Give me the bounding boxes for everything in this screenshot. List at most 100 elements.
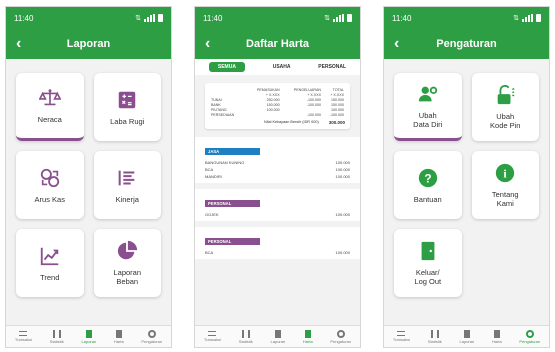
nav-pengaturan[interactable]: Pengaturan bbox=[330, 329, 351, 344]
card-laporan-beban[interactable]: Laporan Beban bbox=[93, 229, 161, 297]
card-bantuan[interactable]: ? Bantuan bbox=[394, 151, 462, 219]
summary-card: PEMASUKAN PENGELUARAN TOTAL + X.XXX + X.… bbox=[205, 83, 350, 129]
network-icon: ⇅ bbox=[513, 15, 519, 22]
app-bar: ‹ Pengaturan bbox=[384, 29, 549, 59]
card-ubah-kode-pin[interactable]: Ubah Kode Pin bbox=[471, 73, 539, 141]
nav-laporan[interactable]: Laporan bbox=[82, 329, 96, 344]
trend-chart-icon bbox=[40, 247, 58, 265]
summary-table: PEMASUKAN PENGELUARAN TOTAL + X.XXX + X.… bbox=[211, 87, 344, 117]
section-tag: PERSONAL bbox=[205, 200, 260, 207]
section-tag: JASA bbox=[205, 148, 260, 155]
nav-harta[interactable]: Harta bbox=[303, 329, 313, 344]
tab-semua[interactable]: SEMUA bbox=[208, 62, 245, 72]
card-kinerja[interactable]: Kinerja bbox=[93, 151, 161, 219]
bottom-nav: Transaksi Statistik Laporan Harta Pengat… bbox=[6, 325, 171, 347]
net-worth-total: Nilai Kekayaan Bersih (IDR 000) 300.000 bbox=[210, 120, 345, 125]
battery-icon bbox=[158, 14, 163, 22]
report-grid: Neraca Laba Rugi Arus Kas Kinerja Trend bbox=[6, 59, 171, 325]
table-row: PERSEDIAAN -100.000 -100.000 bbox=[211, 112, 344, 117]
card-neraca[interactable]: Neraca bbox=[16, 73, 84, 141]
gear-icon bbox=[147, 329, 156, 338]
phone-pengaturan: 11:40 ⇅ ‹ Pengaturan Ubah Data Diri Ubah… bbox=[383, 6, 550, 348]
signal-icon bbox=[522, 14, 533, 22]
list-item: MANDIRI 100.000 bbox=[205, 174, 350, 179]
list-icon bbox=[118, 170, 135, 185]
list-icon bbox=[397, 331, 406, 336]
battery-icon bbox=[347, 14, 352, 22]
back-icon[interactable]: ‹ bbox=[205, 34, 210, 54]
status-bar: 11:40 ⇅ bbox=[384, 7, 549, 29]
back-icon[interactable]: ‹ bbox=[16, 34, 21, 54]
page-title: Laporan bbox=[66, 38, 111, 50]
battery-icon bbox=[536, 14, 541, 22]
status-time: 11:40 bbox=[392, 13, 412, 23]
nav-statistik[interactable]: Statistik bbox=[239, 329, 253, 344]
nav-laporan[interactable]: Laporan bbox=[271, 329, 285, 344]
bar-chart-icon bbox=[241, 329, 250, 338]
app-bar: ‹ Daftar Harta bbox=[195, 29, 360, 59]
nav-statistik[interactable]: Statistik bbox=[428, 329, 442, 344]
net-worth-value: 300.000 bbox=[328, 120, 345, 125]
list-icon bbox=[208, 331, 217, 336]
status-time: 11:40 bbox=[14, 13, 34, 23]
status-time: 11:40 bbox=[203, 13, 223, 23]
status-bar: 11:40 ⇅ bbox=[195, 7, 360, 29]
card-trend[interactable]: Trend bbox=[16, 229, 84, 297]
user-settings-icon bbox=[418, 86, 437, 101]
building-icon bbox=[115, 329, 122, 338]
screens: 11:40 ⇅ ‹ Laporan Neraca Laba Rugi Arus … bbox=[0, 0, 555, 352]
net-worth-label: Nilai Kekayaan Bersih (IDR 000) bbox=[264, 120, 319, 124]
nav-pengaturan[interactable]: Pengaturan bbox=[141, 329, 162, 344]
phone-daftar-harta: 11:40 ⇅ ‹ Daftar Harta SEMUA USAHA PERSO… bbox=[194, 6, 361, 348]
bar-chart-icon bbox=[52, 329, 61, 338]
card-label: Kinerja bbox=[115, 194, 139, 204]
gear-icon bbox=[525, 329, 534, 338]
card-logout[interactable]: Keluar/ Log Out bbox=[394, 229, 462, 297]
bottom-nav: Transaksi Statistik Laporan Harta Pengat… bbox=[384, 325, 549, 347]
nav-laporan[interactable]: Laporan bbox=[460, 329, 474, 344]
calculator-icon bbox=[119, 91, 136, 108]
tab-usaha[interactable]: USAHA bbox=[273, 64, 291, 70]
network-icon: ⇅ bbox=[324, 15, 330, 22]
harta-tabs: SEMUA USAHA PERSONAL bbox=[195, 59, 360, 75]
nav-harta[interactable]: Harta bbox=[492, 329, 502, 344]
card-laba-rugi[interactable]: Laba Rugi bbox=[93, 73, 161, 141]
settings-grid: Ubah Data Diri Ubah Kode Pin ? Bantuan i… bbox=[384, 59, 549, 325]
signal-icon bbox=[333, 14, 344, 22]
gear-icon bbox=[336, 329, 345, 338]
lock-icon bbox=[497, 84, 515, 105]
list-item: BCA 100.000 bbox=[205, 167, 350, 172]
asset-section-jasa[interactable]: JASA BANGUNAN KUNING 100.000 BCA 100.000 M… bbox=[195, 137, 360, 183]
asset-section-personal[interactable]: PERSONAL GOJEK 100.000 bbox=[195, 189, 360, 221]
asset-section-personal[interactable]: PERSONAL BCA 100.000 bbox=[195, 227, 360, 259]
list-icon bbox=[19, 331, 28, 336]
list-item: BANGUNAN KUNING 100.000 bbox=[205, 160, 350, 165]
document-icon bbox=[463, 329, 470, 338]
nav-transaksi[interactable]: Transaksi bbox=[15, 331, 32, 342]
card-label: Keluar/ Log Out bbox=[414, 268, 442, 286]
pie-chart-icon bbox=[118, 240, 138, 260]
nav-transaksi[interactable]: Transaksi bbox=[204, 331, 221, 342]
tab-personal[interactable]: PERSONAL bbox=[318, 64, 346, 70]
card-label: Trend bbox=[40, 272, 60, 282]
signal-icon bbox=[144, 14, 155, 22]
card-ubah-data-diri[interactable]: Ubah Data Diri bbox=[394, 73, 462, 141]
card-tentang-kami[interactable]: i Tentang Kami bbox=[471, 151, 539, 219]
card-label: Neraca bbox=[37, 115, 62, 124]
card-label: Tentang Kami bbox=[491, 190, 519, 208]
nav-transaksi[interactable]: Transaksi bbox=[393, 331, 410, 342]
section-tag: PERSONAL bbox=[205, 238, 260, 245]
phone-laporan: 11:40 ⇅ ‹ Laporan Neraca Laba Rugi Arus … bbox=[5, 6, 172, 348]
card-arus-kas[interactable]: Arus Kas bbox=[16, 151, 84, 219]
harta-content: SEMUA USAHA PERSONAL PEMASUKAN PENGELUAR… bbox=[195, 59, 360, 325]
info-icon: i bbox=[496, 163, 515, 183]
svg-text:?: ? bbox=[424, 171, 431, 185]
scale-icon bbox=[38, 89, 61, 106]
back-icon[interactable]: ‹ bbox=[394, 34, 399, 54]
logout-icon bbox=[421, 241, 435, 261]
nav-pengaturan[interactable]: Pengaturan bbox=[519, 329, 540, 344]
nav-harta[interactable]: Harta bbox=[114, 329, 124, 344]
card-label: Bantuan bbox=[413, 194, 442, 204]
nav-statistik[interactable]: Statistik bbox=[50, 329, 64, 344]
card-label: Ubah Data Diri bbox=[413, 110, 443, 129]
